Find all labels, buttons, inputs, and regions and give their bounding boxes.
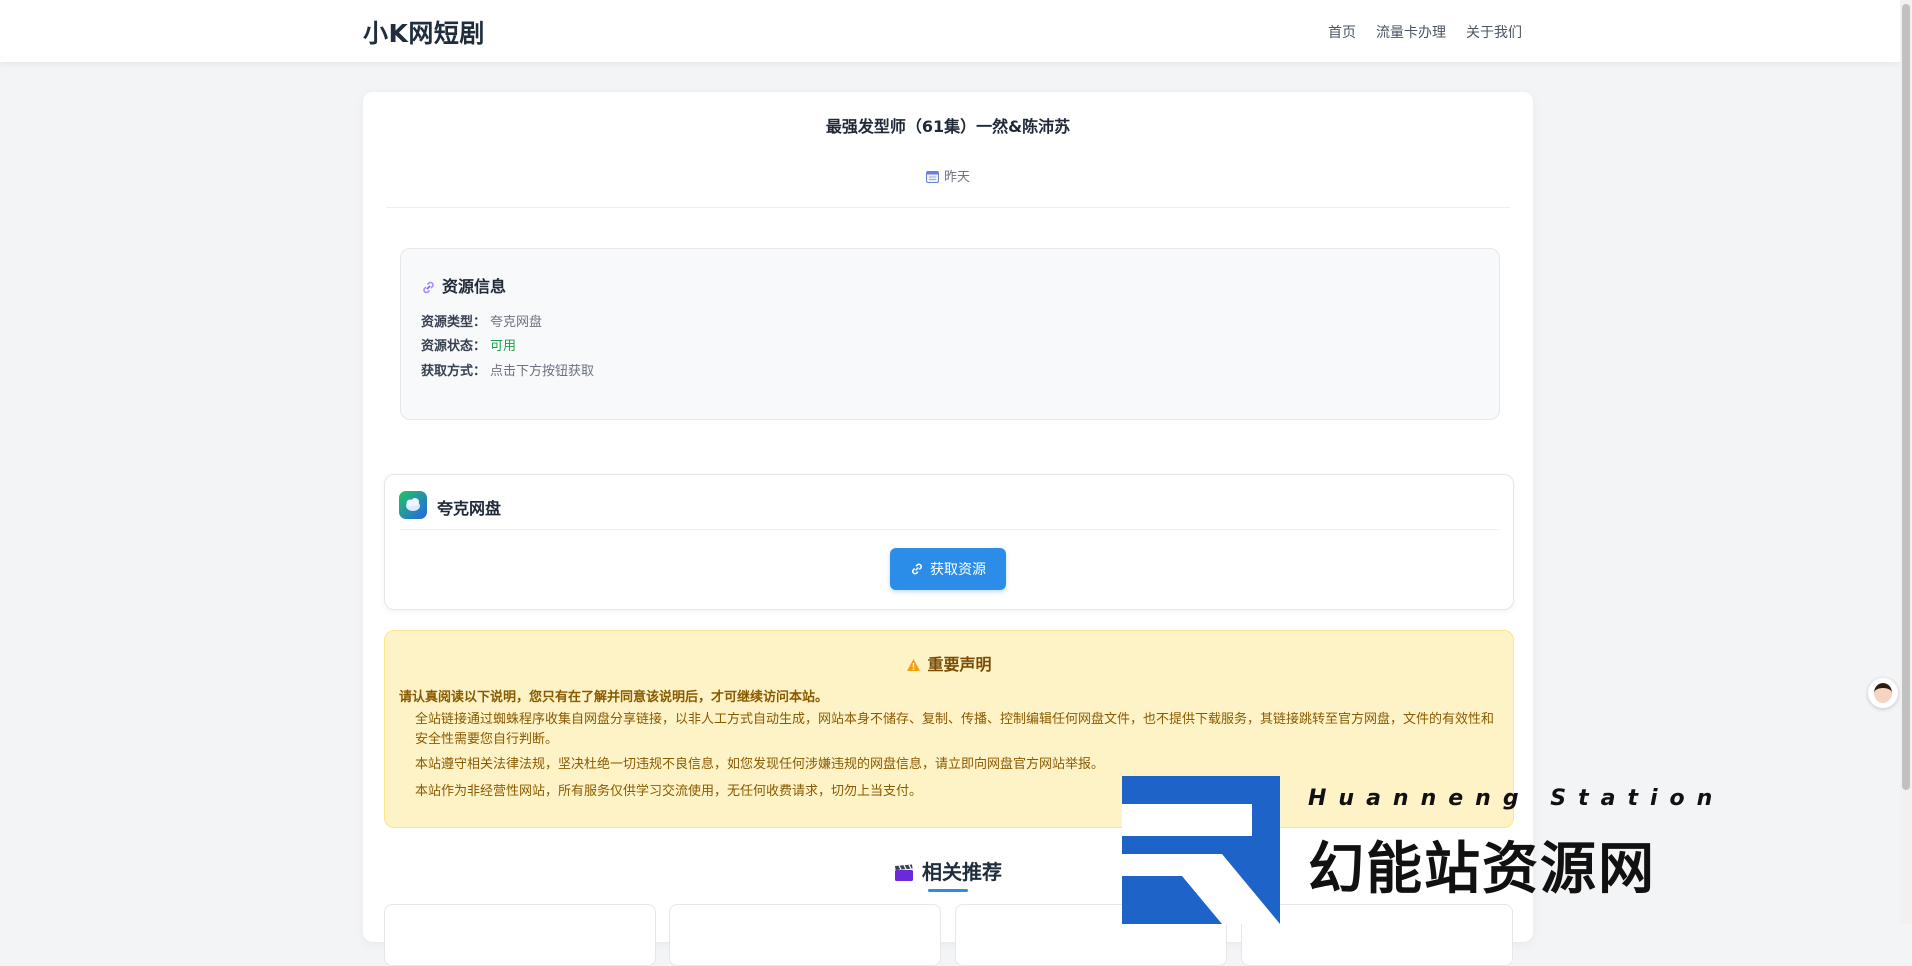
watermark-english: Huanneng Station bbox=[1308, 786, 1725, 811]
netdisk-panel: 夸克网盘 获取资源 bbox=[384, 474, 1514, 610]
related-underline bbox=[928, 889, 968, 892]
top-navbar: 小K网短剧 首页 流量卡办理 关于我们 bbox=[0, 0, 1900, 62]
resource-type-value: 夸克网盘 bbox=[490, 315, 543, 330]
resource-method-row: 获取方式： 点击下方按钮获取 bbox=[421, 360, 594, 379]
nav-home[interactable]: 首页 bbox=[1328, 22, 1356, 42]
scrollbar-thumb[interactable] bbox=[1902, 4, 1910, 790]
resource-type-label: 资源类型： bbox=[421, 315, 487, 330]
resource-status-row: 资源状态： 可用 bbox=[421, 335, 516, 354]
watermark-logo: Huanneng Station 幻能站资源网 bbox=[1122, 776, 1742, 924]
disclaimer-paragraph: 本站遵守相关法律法规，坚决杜绝一切违规不良信息，如您发现任何涉嫌违规的网盘信息，… bbox=[415, 757, 1105, 772]
post-date: 昨天 bbox=[363, 166, 1533, 185]
related-card[interactable] bbox=[669, 904, 941, 966]
watermark-chinese: 幻能站资源网 bbox=[1308, 837, 1656, 902]
related-card[interactable] bbox=[384, 904, 656, 966]
related-heading-text: 相关推荐 bbox=[922, 860, 1002, 884]
divider bbox=[386, 207, 1510, 208]
disclaimer-title: 重要声明 bbox=[385, 651, 1513, 675]
page-scrollbar[interactable] bbox=[1900, 0, 1912, 924]
resource-info-heading-text: 资源信息 bbox=[442, 277, 507, 296]
nav-data-card[interactable]: 流量卡办理 bbox=[1376, 22, 1446, 42]
watermark-mark bbox=[1122, 776, 1280, 924]
netdisk-name: 夸克网盘 bbox=[437, 499, 502, 518]
post-date-text: 昨天 bbox=[943, 170, 970, 185]
resource-method-label: 获取方式： bbox=[421, 364, 487, 379]
resource-method-value: 点击下方按钮获取 bbox=[490, 364, 595, 379]
netdisk-divider bbox=[399, 529, 1499, 530]
resource-info-box: 资源信息 资源类型： 夸克网盘 资源状态： 可用 获取方式： 点击下方按钮获取 bbox=[400, 248, 1500, 420]
main-nav: 首页 流量卡办理 关于我们 bbox=[1328, 22, 1522, 42]
link-icon bbox=[912, 563, 922, 575]
resource-type-row: 资源类型： 夸克网盘 bbox=[421, 311, 542, 330]
nav-about[interactable]: 关于我们 bbox=[1466, 22, 1522, 42]
support-avatar-button[interactable] bbox=[1868, 678, 1898, 708]
disclaimer-title-text: 重要声明 bbox=[927, 655, 992, 674]
avatar-icon bbox=[1874, 683, 1892, 703]
resource-info-heading: 资源信息 bbox=[421, 273, 506, 297]
disclaimer-paragraph: 全站链接通过蜘蛛程序收集自网盘分享链接，以非人工方式自动生成，网站本身不储存、复… bbox=[415, 712, 1495, 747]
warning-icon bbox=[907, 659, 921, 671]
resource-status-label: 资源状态： bbox=[421, 339, 487, 354]
get-resource-button[interactable]: 获取资源 bbox=[890, 548, 1006, 590]
get-resource-label: 获取资源 bbox=[930, 562, 986, 578]
site-logo[interactable]: 小K网短剧 bbox=[363, 14, 485, 50]
link-icon bbox=[423, 281, 434, 294]
post-title: 最强发型师（61集）一然&陈沛苏 bbox=[825, 117, 1071, 136]
disclaimer-lead: 请认真阅读以下说明，您只有在了解并同意该说明后，才可继续访问本站。 bbox=[399, 690, 829, 705]
calendar-icon bbox=[925, 171, 939, 183]
quark-logo-icon bbox=[399, 491, 427, 519]
resource-status-value: 可用 bbox=[490, 339, 517, 354]
clapperboard-icon bbox=[895, 864, 913, 881]
